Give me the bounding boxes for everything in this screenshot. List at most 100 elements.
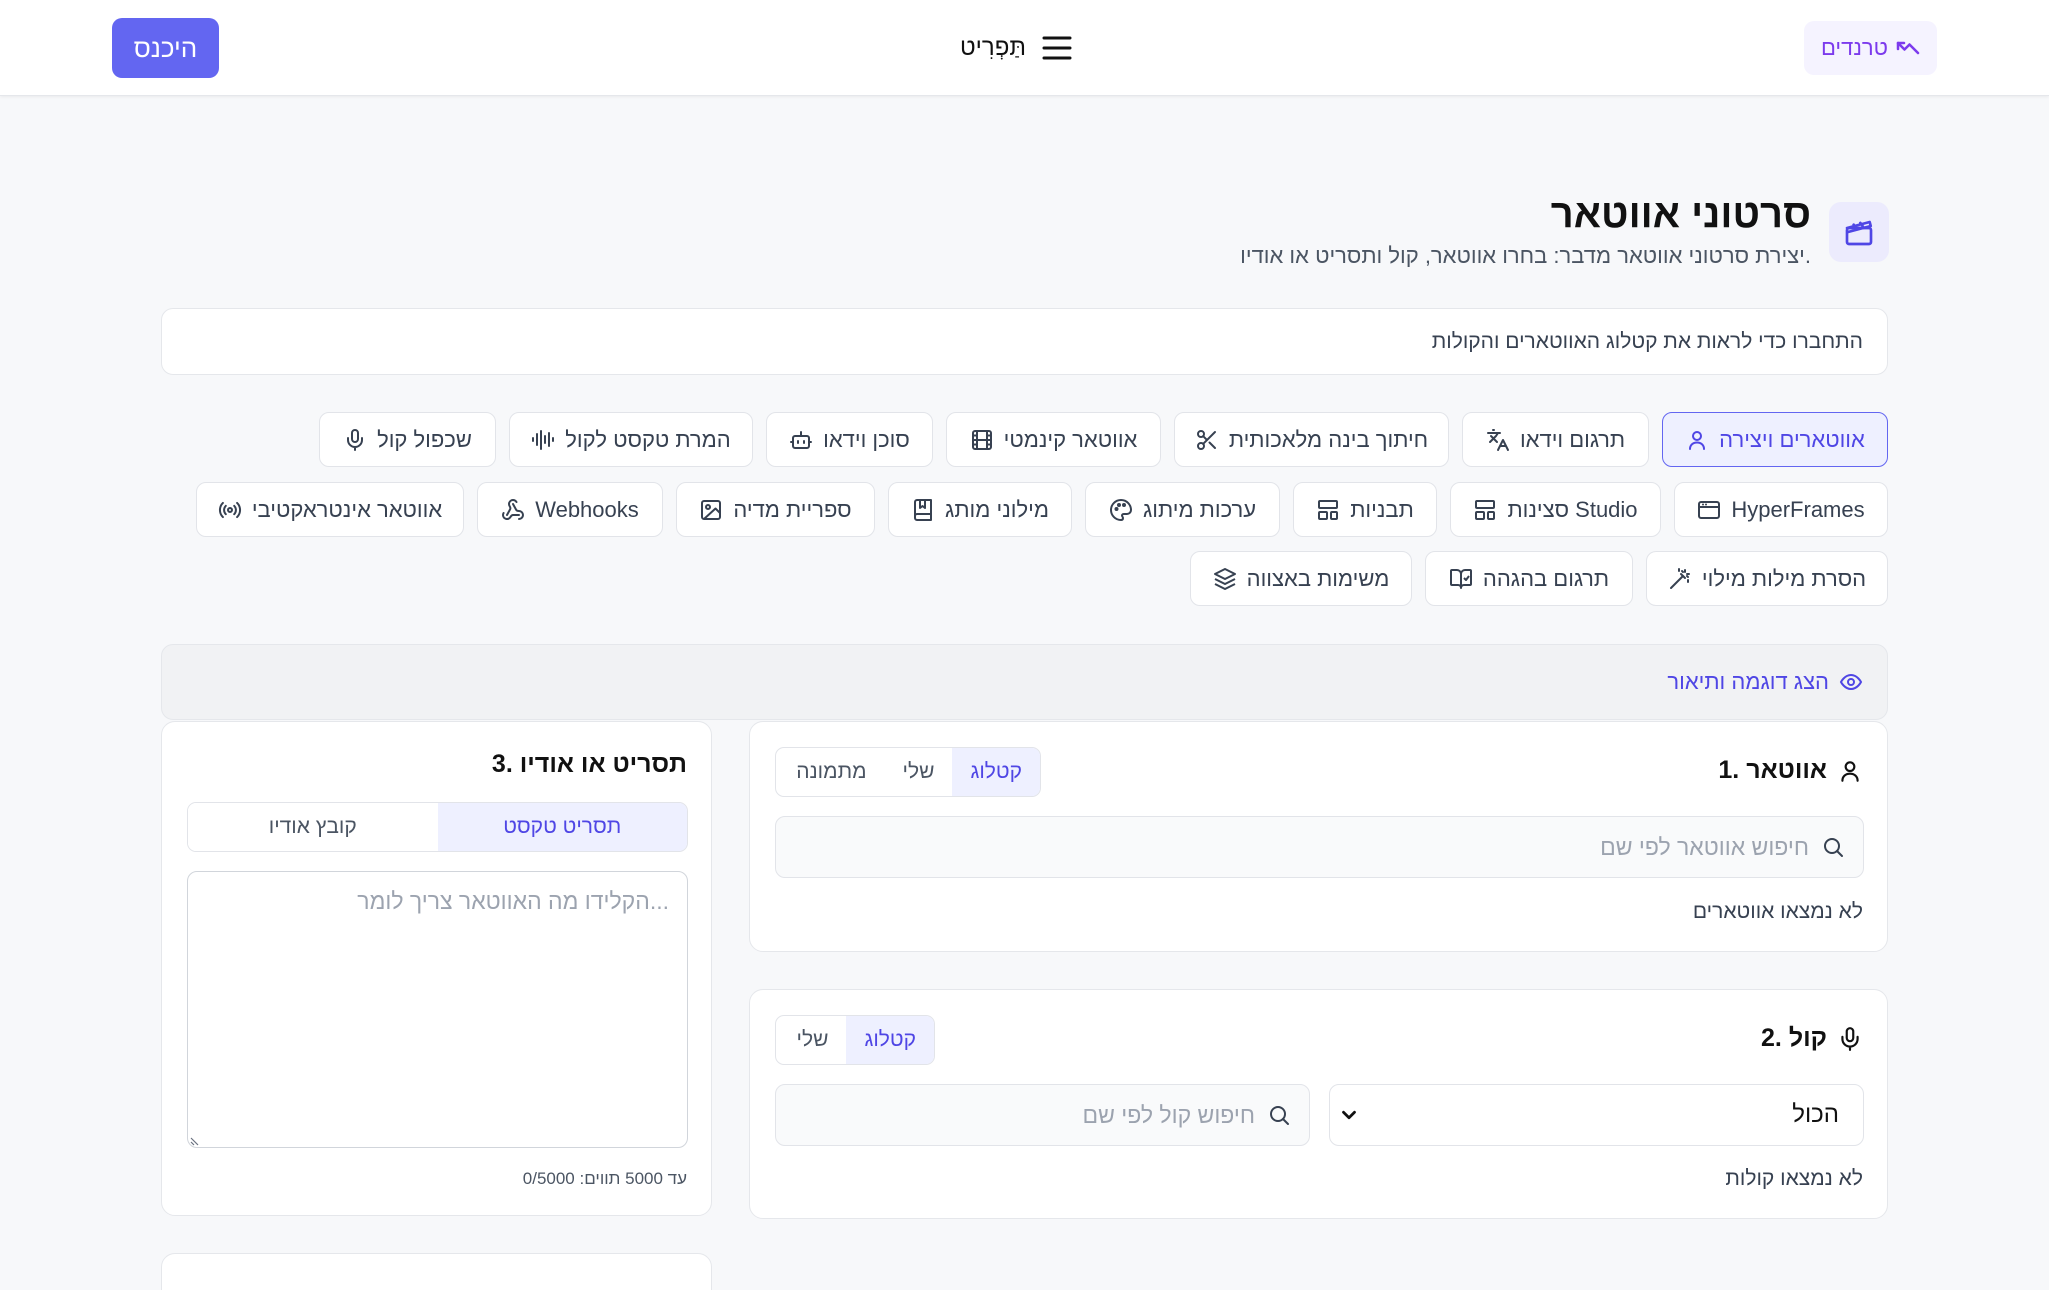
voice-search-input[interactable]: חיפוש קול לפי שם bbox=[775, 1084, 1310, 1146]
voice-card: 2. קול קטלוג שלי הכול חיפוש קול לפי שם ל… bbox=[749, 989, 1888, 1219]
avatar-card-title: 1. אווטאר bbox=[1718, 756, 1863, 785]
book-check-icon bbox=[1449, 568, 1472, 589]
tab-mine[interactable]: שלי bbox=[779, 1016, 847, 1064]
film-icon bbox=[971, 429, 992, 450]
tool-translate[interactable]: תרגום וידאו bbox=[1462, 412, 1649, 467]
tool-webhooks-label: Webhooks bbox=[535, 496, 639, 522]
user-icon bbox=[1841, 760, 1859, 782]
tool-fillers-label: הסרת מילות מילוי bbox=[1701, 565, 1867, 591]
tool-media[interactable]: ספריית מדיה bbox=[676, 482, 875, 537]
tool-studio[interactable]: סצינות Studio bbox=[1450, 482, 1661, 537]
layout-icon bbox=[1475, 499, 1496, 520]
book-icon bbox=[914, 498, 933, 521]
app-window-icon bbox=[1698, 500, 1721, 519]
show-example-label: הצג דוגמה ותיאור bbox=[1667, 669, 1829, 694]
tool-interactive-label: אווטאר אינטראקטיבי bbox=[251, 496, 443, 522]
voice-source-tabs: קטלוג שלי bbox=[775, 1015, 935, 1065]
top-bar: היכנס תַּפְרִיט טרנדים bbox=[0, 0, 2049, 96]
layers-icon bbox=[1213, 567, 1236, 590]
script-card-title: 3. תסריט או אודיו bbox=[491, 750, 687, 778]
trending-icon bbox=[1896, 41, 1920, 55]
tab-catalog[interactable]: קטלוג bbox=[846, 1016, 934, 1064]
wand-icon bbox=[1669, 567, 1690, 589]
tool-proof[interactable]: תרגום בהגהה bbox=[1425, 551, 1633, 606]
search-icon bbox=[1824, 838, 1843, 857]
tool-brand[interactable]: ערכות מיתוג bbox=[1085, 482, 1280, 537]
template-icon bbox=[1318, 499, 1339, 520]
script-textarea[interactable]: הקלידו מה האווטאר צריך לומר... bbox=[187, 871, 688, 1148]
tool-agent[interactable]: סוכן וידאו bbox=[766, 412, 933, 467]
avatar-search-input[interactable]: חיפוש אווטאר לפי שם bbox=[775, 816, 1864, 878]
page-title: סרטוני אווטאר bbox=[1550, 192, 1811, 236]
eye-icon bbox=[1839, 673, 1863, 691]
show-example-toggle[interactable]: הצג דוגמה ותיאור bbox=[161, 644, 1888, 720]
microphone-icon bbox=[347, 428, 364, 451]
tool-avatars-label: אווטארים ויצירה bbox=[1719, 426, 1865, 452]
tool-fillers[interactable]: הסרת מילות מילוי bbox=[1646, 551, 1888, 606]
tool-hyperframes[interactable]: HyperFrames bbox=[1674, 482, 1888, 537]
tool-brand-label: ערכות מיתוג bbox=[1142, 496, 1257, 522]
tool-media-label: ספריית מדיה bbox=[733, 496, 852, 522]
tool-templates[interactable]: תבניות bbox=[1293, 482, 1437, 537]
tool-translate-label: תרגום וידאו bbox=[1519, 426, 1626, 452]
script-placeholder: הקלידו מה האווטאר צריך לומר... bbox=[357, 888, 669, 914]
tool-lipsync[interactable]: חיתוך בינה מלאכותית bbox=[1174, 412, 1449, 467]
tool-proof-label: תרגום בהגהה bbox=[1482, 565, 1610, 591]
tab-text-script[interactable]: תסריט טקסט bbox=[437, 803, 687, 851]
login-notice: התחברו כדי לראות את קטלוג האווטארים והקו… bbox=[161, 308, 1888, 375]
tool-avatars[interactable]: אווטארים ויצירה bbox=[1662, 412, 1888, 467]
bot-icon bbox=[790, 430, 813, 449]
trends-button[interactable]: טרנדים bbox=[1804, 21, 1937, 75]
settings-card bbox=[161, 1253, 712, 1290]
webhook-icon bbox=[502, 498, 525, 520]
script-card: 3. תסריט או אודיו תסריט טקסט קובץ אודיו … bbox=[161, 721, 712, 1216]
scissors-icon bbox=[1196, 429, 1216, 450]
tool-dubbing[interactable]: שכפול קול bbox=[319, 412, 496, 467]
tool-templates-label: תבניות bbox=[1350, 496, 1414, 522]
tool-webhooks[interactable]: Webhooks bbox=[477, 482, 663, 537]
voice-filter-value: הכול bbox=[1792, 1101, 1839, 1128]
tool-batch[interactable]: משימות באצווה bbox=[1190, 551, 1412, 606]
search-icon bbox=[1270, 1106, 1289, 1125]
avatars-empty-message: לא נמצאו אווטארים bbox=[1692, 900, 1863, 923]
tab-catalog[interactable]: קטלוג bbox=[952, 748, 1040, 796]
tool-interactive[interactable]: אווטאר אינטראקטיבי bbox=[196, 482, 464, 537]
tool-dubbing-label: שכפול קול bbox=[377, 426, 472, 452]
login-button[interactable]: היכנס bbox=[112, 18, 219, 78]
avatar-card: 1. אווטאר קטלוג שלי מתמונה חיפוש אווטאר … bbox=[749, 721, 1888, 952]
chevron-down-icon bbox=[1342, 1110, 1356, 1120]
tool-tts-label: המרת טקסט לקול bbox=[565, 426, 731, 452]
tool-kinetic[interactable]: אווטאר קינמטי bbox=[946, 412, 1161, 467]
voices-empty-message: לא נמצאו קולות bbox=[1725, 1167, 1863, 1190]
audio-lines-icon bbox=[532, 429, 555, 450]
hamburger-icon bbox=[1042, 36, 1072, 60]
voice-search-placeholder: חיפוש קול לפי שם bbox=[1082, 1101, 1255, 1128]
menu-button[interactable]: תַּפְרִיט bbox=[960, 28, 1072, 68]
translate-icon bbox=[1486, 428, 1509, 451]
script-mode-tabs: תסריט טקסט קובץ אודיו bbox=[187, 802, 688, 852]
clapperboard-icon bbox=[1829, 202, 1889, 262]
image-icon bbox=[701, 499, 722, 520]
tool-hyperframes-label: HyperFrames bbox=[1731, 496, 1865, 522]
tool-tts[interactable]: המרת טקסט לקול bbox=[509, 412, 753, 467]
character-counter: עד 5000 תווים: 0/5000 bbox=[522, 1169, 687, 1188]
tab-from-image[interactable]: מתמונה bbox=[778, 748, 884, 796]
page-subtitle: יצירת סרטוני אווטאר מדבר: בחרו אווטאר, ק… bbox=[1240, 243, 1811, 268]
tool-studio-label: סצינות Studio bbox=[1507, 496, 1638, 522]
palette-icon bbox=[1109, 498, 1132, 521]
radio-signal-icon bbox=[218, 501, 241, 518]
tool-lipsync-label: חיתוך בינה מלאכותית bbox=[1228, 426, 1429, 452]
tab-audio-file[interactable]: קובץ אודיו bbox=[188, 803, 438, 851]
menu-label: תַּפְרִיט bbox=[960, 34, 1026, 61]
microphone-icon bbox=[1841, 1026, 1859, 1051]
tab-mine[interactable]: שלי bbox=[885, 748, 953, 796]
trends-label: טרנדים bbox=[1820, 35, 1889, 60]
voice-card-title: 2. קול bbox=[1761, 1024, 1863, 1053]
tool-glossary[interactable]: מילוני מותג bbox=[888, 482, 1072, 537]
user-icon bbox=[1689, 430, 1706, 450]
resize-handle-icon[interactable] bbox=[190, 1134, 202, 1146]
tool-agent-label: סוכן וידאו bbox=[823, 426, 910, 452]
voice-filter-select[interactable]: הכול bbox=[1329, 1084, 1864, 1146]
tool-glossary-label: מילוני מותג bbox=[945, 496, 1049, 522]
tool-batch-label: משימות באצווה bbox=[1246, 565, 1390, 591]
